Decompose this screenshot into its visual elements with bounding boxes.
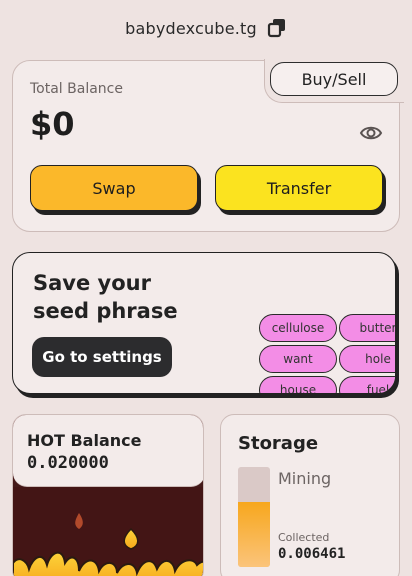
seed-word-chip: house xyxy=(259,376,337,393)
transfer-button[interactable]: Transfer xyxy=(215,165,383,211)
seed-word-chip: cellulose xyxy=(259,314,337,342)
go-to-settings-button[interactable]: Go to settings xyxy=(32,337,172,377)
collected-value: 0.006461 xyxy=(278,546,346,562)
seed-word-chip: fuel xyxy=(339,376,395,393)
total-balance-label: Total Balance xyxy=(30,81,123,97)
balance-section: Total Balance $0 Swap Transfer Buy/Sell xyxy=(12,59,404,232)
copy-icon[interactable] xyxy=(267,18,287,38)
hot-balance-card[interactable]: HOT Balance 0.020000 xyxy=(12,414,204,576)
eye-icon[interactable] xyxy=(359,121,383,145)
total-balance-value: $0 xyxy=(30,105,75,143)
seed-phrase-title: Save your seed phrase xyxy=(33,271,178,323)
seed-word-chip: butter xyxy=(339,314,395,342)
seed-phrase-card: Save your seed phrase Go to settings cel… xyxy=(12,252,396,394)
hot-balance-value: 0.020000 xyxy=(27,453,109,473)
storage-progress-fill xyxy=(238,502,270,567)
hot-balance-header: HOT Balance 0.020000 xyxy=(13,415,203,487)
storage-title: Storage xyxy=(238,433,319,454)
header: babydexcube.tg xyxy=(0,14,412,42)
swap-button[interactable]: Swap xyxy=(30,165,198,211)
storage-progress-bar xyxy=(238,467,270,567)
hot-balance-label: HOT Balance xyxy=(27,431,142,450)
seed-word-chip: hole xyxy=(339,345,395,373)
mining-label: Mining xyxy=(278,469,332,488)
fire-illustration xyxy=(13,487,203,576)
collected-label: Collected xyxy=(278,531,330,544)
buy-sell-button[interactable]: Buy/Sell xyxy=(270,62,398,96)
seed-word-chip: want xyxy=(259,345,337,373)
account-address[interactable]: babydexcube.tg xyxy=(125,19,257,38)
storage-card[interactable]: Storage Mining Collected 0.006461 xyxy=(220,414,400,576)
